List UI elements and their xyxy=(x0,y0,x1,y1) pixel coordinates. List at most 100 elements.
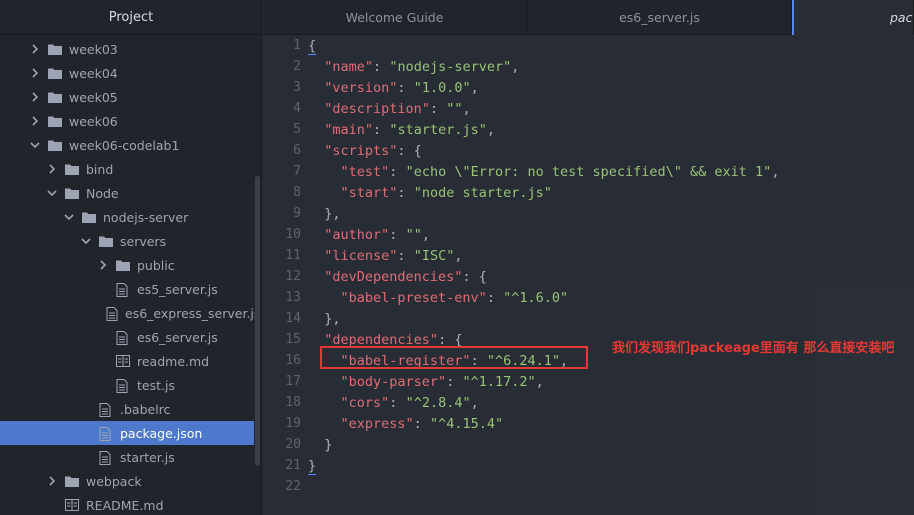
line-number: 17 xyxy=(285,374,301,389)
tree-item[interactable]: README.md xyxy=(0,493,254,515)
json-string: "node starter.js" xyxy=(413,185,552,201)
code-line[interactable]: "scripts": { xyxy=(308,141,422,162)
code-line[interactable]: "description": "", xyxy=(308,99,470,120)
code-line[interactable]: "start": "node starter.js" xyxy=(308,183,552,204)
code-line[interactable]: } xyxy=(308,435,332,456)
tree-item[interactable]: nodejs-server xyxy=(0,205,254,229)
tree-item[interactable]: package.json xyxy=(0,421,254,445)
json-string: "1.0.0" xyxy=(413,80,471,96)
tree-item[interactable]: week03 xyxy=(0,37,254,61)
code-line[interactable]: "version": "1.0.0", xyxy=(308,78,478,99)
code-line[interactable]: "cors": "^2.8.4", xyxy=(308,393,479,414)
json-punctuation: : xyxy=(397,248,414,264)
tab-bar: Welcome Guide es6_server.js pack xyxy=(263,0,914,35)
sidebar-scrollbar[interactable] xyxy=(255,176,260,466)
line-number: 7 xyxy=(293,164,301,179)
code-area[interactable]: { "name": "nodejs-server", "version": "1… xyxy=(308,35,908,515)
tree-item[interactable]: .babelrc xyxy=(0,397,254,421)
json-punctuation xyxy=(308,269,324,285)
chevron-down-icon xyxy=(81,236,91,246)
tree-item-label: test.js xyxy=(137,377,175,393)
json-punctuation: , xyxy=(486,122,495,138)
code-line[interactable]: }, xyxy=(308,309,340,330)
json-key: "version" xyxy=(324,80,398,96)
tree-item[interactable]: es6_express_server.js xyxy=(0,301,260,325)
tree-item[interactable]: week06-codelab1 xyxy=(0,133,254,157)
chevron-right-icon xyxy=(47,164,57,174)
code-editor[interactable]: 1 2 3 4 5 6 7 8 9 10 11 12 13 14 15 16 17 18 19 20 21 22 { "n… xyxy=(263,35,914,515)
json-key: "babel-preset-env" xyxy=(340,290,487,306)
code-line[interactable]: }, xyxy=(308,204,340,225)
json-punctuation: } xyxy=(308,458,317,475)
folder-icon xyxy=(99,235,113,247)
code-line[interactable]: "test": "echo \"Error: no test specified… xyxy=(308,162,780,183)
code-line[interactable]: "devDependencies": { xyxy=(308,267,487,288)
code-line[interactable]: "license": "ISC", xyxy=(308,246,462,267)
tree-item[interactable]: webpack xyxy=(0,469,254,493)
json-key: "express" xyxy=(340,416,414,432)
file-tree: week03 week04 week05 week06 week06-codelab1 b… xyxy=(0,37,260,515)
line-number: 16 xyxy=(285,353,301,368)
json-punctuation xyxy=(308,248,324,264)
code-line[interactable]: "main": "starter.js", xyxy=(308,120,495,141)
line-number: 10 xyxy=(285,227,301,242)
tree-item[interactable]: starter.js xyxy=(0,445,254,469)
json-string: "^2.8.4" xyxy=(405,395,471,411)
chevron-down-icon xyxy=(47,188,57,198)
code-line[interactable]: "babel-preset-env": "^1.6.0" xyxy=(308,288,569,309)
tree-item[interactable]: week06 xyxy=(0,109,254,133)
tree-item-label: package.json xyxy=(120,425,203,441)
json-punctuation: : xyxy=(373,59,390,75)
tree-item-label: week03 xyxy=(69,41,118,57)
json-punctuation xyxy=(308,80,324,96)
code-line[interactable]: "body-parser": "^1.17.2", xyxy=(308,372,544,393)
tree-item[interactable]: test.js xyxy=(0,373,254,397)
json-punctuation: : xyxy=(413,416,430,432)
line-number: 15 xyxy=(285,332,301,347)
json-punctuation xyxy=(308,416,341,432)
tree-item[interactable]: Node xyxy=(0,181,254,205)
json-string: "^1.17.2" xyxy=(462,374,536,390)
folder-icon xyxy=(48,43,62,55)
tab-package-json[interactable]: pack xyxy=(792,0,914,35)
tree-item[interactable]: public xyxy=(0,253,254,277)
code-line[interactable]: "express": "^4.15.4" xyxy=(308,414,504,435)
json-punctuation: : xyxy=(389,164,406,180)
folder-icon xyxy=(48,91,62,103)
json-key: "name" xyxy=(324,59,374,75)
file-icon xyxy=(116,379,130,393)
json-string: "" xyxy=(405,227,422,243)
code-line[interactable]: { xyxy=(308,36,317,57)
tab-welcome-guide[interactable]: Welcome Guide xyxy=(263,0,527,35)
tree-item[interactable]: es5_server.js xyxy=(0,277,254,301)
tree-item-label: servers xyxy=(120,233,167,249)
tree-item-label: bind xyxy=(86,161,114,177)
tree-item[interactable]: bind xyxy=(0,157,254,181)
line-number: 21 xyxy=(285,458,301,473)
tree-item-label: es5_server.js xyxy=(137,281,218,297)
book-icon xyxy=(65,499,79,511)
line-number: 6 xyxy=(293,143,301,158)
json-punctuation xyxy=(308,185,341,201)
json-punctuation xyxy=(308,395,341,411)
tree-item-label: week04 xyxy=(69,65,118,81)
tree-item-label: week06 xyxy=(69,113,118,129)
folder-icon xyxy=(116,259,130,271)
line-number: 19 xyxy=(285,416,301,431)
tree-item[interactable]: servers xyxy=(0,229,254,253)
code-line[interactable]: "author": "", xyxy=(308,225,430,246)
json-punctuation: , xyxy=(771,164,780,180)
code-line[interactable]: } xyxy=(308,456,317,477)
json-punctuation: } xyxy=(308,437,333,453)
json-punctuation: : xyxy=(446,374,463,390)
tree-item[interactable]: week05 xyxy=(0,85,254,109)
annotation-note: 我们发现我们packeage里面有 那么直接安装吧 xyxy=(612,341,895,356)
tree-item[interactable]: readme.md xyxy=(0,349,254,373)
json-punctuation: : xyxy=(429,101,447,117)
tree-item[interactable]: week04 xyxy=(0,61,254,85)
code-line[interactable]: "name": "nodejs-server", xyxy=(308,57,519,78)
tree-item[interactable]: es6_server.js xyxy=(0,325,254,349)
tab-es6-server[interactable]: es6_server.js xyxy=(528,0,792,35)
json-key: "author" xyxy=(324,227,390,243)
line-number: 8 xyxy=(293,185,301,200)
